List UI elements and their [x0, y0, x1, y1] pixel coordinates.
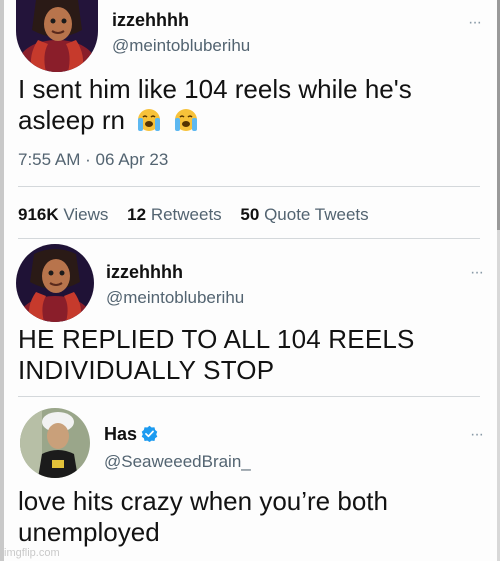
- retweets-count: 12: [127, 205, 147, 224]
- avatar[interactable]: [16, 244, 94, 322]
- avatar[interactable]: [20, 408, 90, 478]
- user-handle[interactable]: @SeaweeedBrain_: [104, 452, 251, 472]
- views-stat[interactable]: 916K Views: [18, 205, 108, 224]
- quote-tweets-label: Quote Tweets: [264, 205, 369, 224]
- tweet-time: 7:55 AM: [18, 150, 81, 169]
- views-count: 916K: [18, 205, 59, 224]
- display-name[interactable]: izzehhhh: [106, 262, 183, 283]
- left-edge: [0, 0, 4, 561]
- more-options-icon[interactable]: ···: [470, 264, 484, 282]
- tweet-timestamp[interactable]: 7:55 AM · 06 Apr 23: [18, 150, 168, 170]
- tweet-stats: 916K Views 12 Retweets 50 Quote Tweets: [18, 205, 383, 225]
- user-handle[interactable]: @meintobluberihu: [106, 288, 244, 308]
- display-name[interactable]: izzehhhh: [112, 10, 189, 31]
- avatar[interactable]: [16, 0, 98, 72]
- views-label: Views: [63, 205, 109, 224]
- display-name-text: Has: [104, 424, 138, 444]
- divider: [18, 238, 480, 239]
- tweet-text: I sent him like 104 reels while he's asl…: [18, 74, 412, 136]
- avatar-image: [20, 408, 90, 478]
- loudly-crying-face-icon: [138, 109, 161, 131]
- loudly-crying-face-icon: [175, 109, 198, 131]
- more-options-icon[interactable]: ···: [468, 14, 482, 32]
- user-handle[interactable]: @meintobluberihu: [112, 36, 250, 56]
- meta-separator: ·: [85, 150, 91, 169]
- divider: [18, 186, 480, 187]
- quote-tweets-stat[interactable]: 50 Quote Tweets: [240, 205, 368, 224]
- tweet-text-line: love hits crazy when you’re both: [18, 486, 388, 516]
- tweet-text-line: I sent him like 104 reels while he's: [18, 74, 412, 104]
- screenshot-frame: izzehhhh @meintobluberihu ··· I sent him…: [0, 0, 500, 561]
- retweets-stat[interactable]: 12 Retweets: [127, 205, 222, 224]
- tweet-text-line: HE REPLIED TO ALL 104 REELS: [18, 324, 415, 354]
- retweets-label: Retweets: [150, 205, 222, 224]
- quote-tweets-count: 50: [240, 205, 260, 224]
- tweet-date: 06 Apr 23: [95, 150, 169, 169]
- tweet-text-line: unemployed: [18, 517, 160, 547]
- avatar-image: [16, 244, 94, 322]
- tweet-text: love hits crazy when you’re both unemplo…: [18, 486, 388, 548]
- verified-badge-icon: [141, 425, 158, 442]
- tweet-text-fragment: asleep rn: [18, 105, 125, 135]
- tweet-text-line: INDIVIDUALLY STOP: [18, 355, 275, 385]
- tweet-text: HE REPLIED TO ALL 104 REELS INDIVIDUALLY…: [18, 324, 415, 386]
- divider: [18, 396, 480, 397]
- watermark: imgflip.com: [4, 547, 60, 559]
- more-options-icon[interactable]: ···: [470, 426, 484, 444]
- avatar-image: [16, 0, 98, 72]
- display-name[interactable]: Has: [104, 424, 158, 445]
- tweet-text-line: asleep rn: [18, 105, 412, 136]
